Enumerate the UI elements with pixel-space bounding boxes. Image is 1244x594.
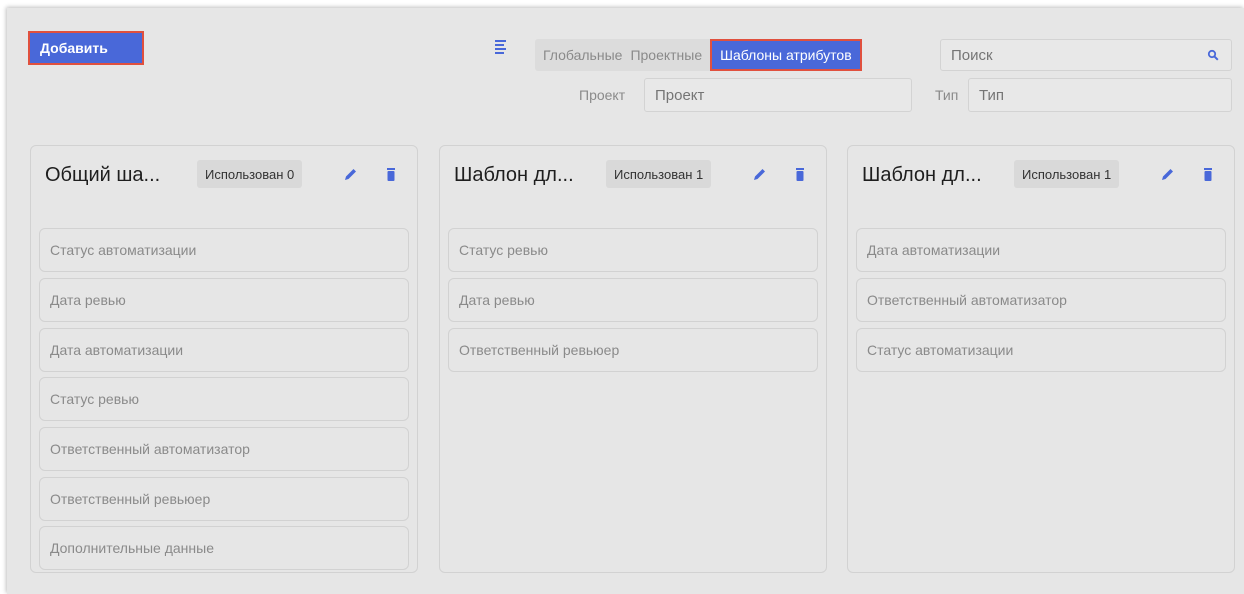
usage-badge: Использован 1: [606, 160, 712, 188]
project-filter-label: Проект: [579, 87, 626, 103]
attribute-item[interactable]: Статус автоматизации: [856, 328, 1226, 372]
edit-icon[interactable]: [1160, 166, 1176, 182]
edit-icon[interactable]: [343, 166, 359, 182]
attribute-item[interactable]: Дата автоматизации: [856, 228, 1226, 272]
attribute-item[interactable]: Ответственный автоматизатор: [856, 278, 1226, 322]
template-card: Шаблон дл... Использован 1 Статус ревью …: [439, 145, 827, 573]
trash-icon[interactable]: [1200, 166, 1216, 182]
template-card: Шаблон дл... Использован 1 Дата автомати…: [847, 145, 1235, 573]
search-icon[interactable]: [1207, 49, 1219, 61]
tab-attribute-templates[interactable]: Шаблоны атрибутов: [710, 39, 862, 71]
attribute-item[interactable]: Статус автоматизации: [39, 228, 409, 272]
project-filter: [644, 78, 912, 112]
attribute-item[interactable]: Дополнительные данные: [39, 526, 409, 570]
template-title: Шаблон дл...: [454, 164, 574, 186]
trash-icon[interactable]: [792, 166, 808, 182]
project-filter-input[interactable]: [645, 78, 911, 112]
attribute-item[interactable]: Статус ревью: [39, 377, 409, 421]
app-frame: Добавить Глобальные Проектные Шаблоны ат…: [7, 8, 1244, 594]
tab-global[interactable]: Глобальные: [535, 39, 626, 71]
attribute-item[interactable]: Ответственный ревьюер: [448, 328, 818, 372]
attribute-item[interactable]: Ответственный автоматизатор: [39, 427, 409, 471]
type-filter-label: Тип: [935, 87, 959, 103]
template-card: Общий ша... Использован 0 Статус автомат…: [30, 145, 418, 573]
template-title: Шаблон дл...: [862, 164, 982, 186]
attribute-item[interactable]: Дата ревью: [448, 278, 818, 322]
list-view-icon[interactable]: [494, 39, 508, 55]
search-input[interactable]: [941, 39, 1207, 71]
view-tabs: Глобальные Проектные Шаблоны атрибутов: [535, 39, 862, 71]
usage-badge: Использован 0: [197, 160, 303, 188]
attribute-item[interactable]: Дата ревью: [39, 278, 409, 322]
search-box: [940, 39, 1232, 71]
add-button[interactable]: Добавить: [28, 31, 144, 65]
attribute-item[interactable]: Статус ревью: [448, 228, 818, 272]
trash-icon[interactable]: [383, 166, 399, 182]
usage-badge: Использован 1: [1014, 160, 1120, 188]
attribute-item[interactable]: Ответственный ревьюер: [39, 477, 409, 521]
tab-project[interactable]: Проектные: [626, 39, 706, 71]
type-filter-input[interactable]: [969, 78, 1231, 112]
type-filter: [968, 78, 1232, 112]
template-title: Общий ша...: [45, 164, 161, 186]
attribute-item[interactable]: Дата автоматизации: [39, 328, 409, 372]
edit-icon[interactable]: [752, 166, 768, 182]
